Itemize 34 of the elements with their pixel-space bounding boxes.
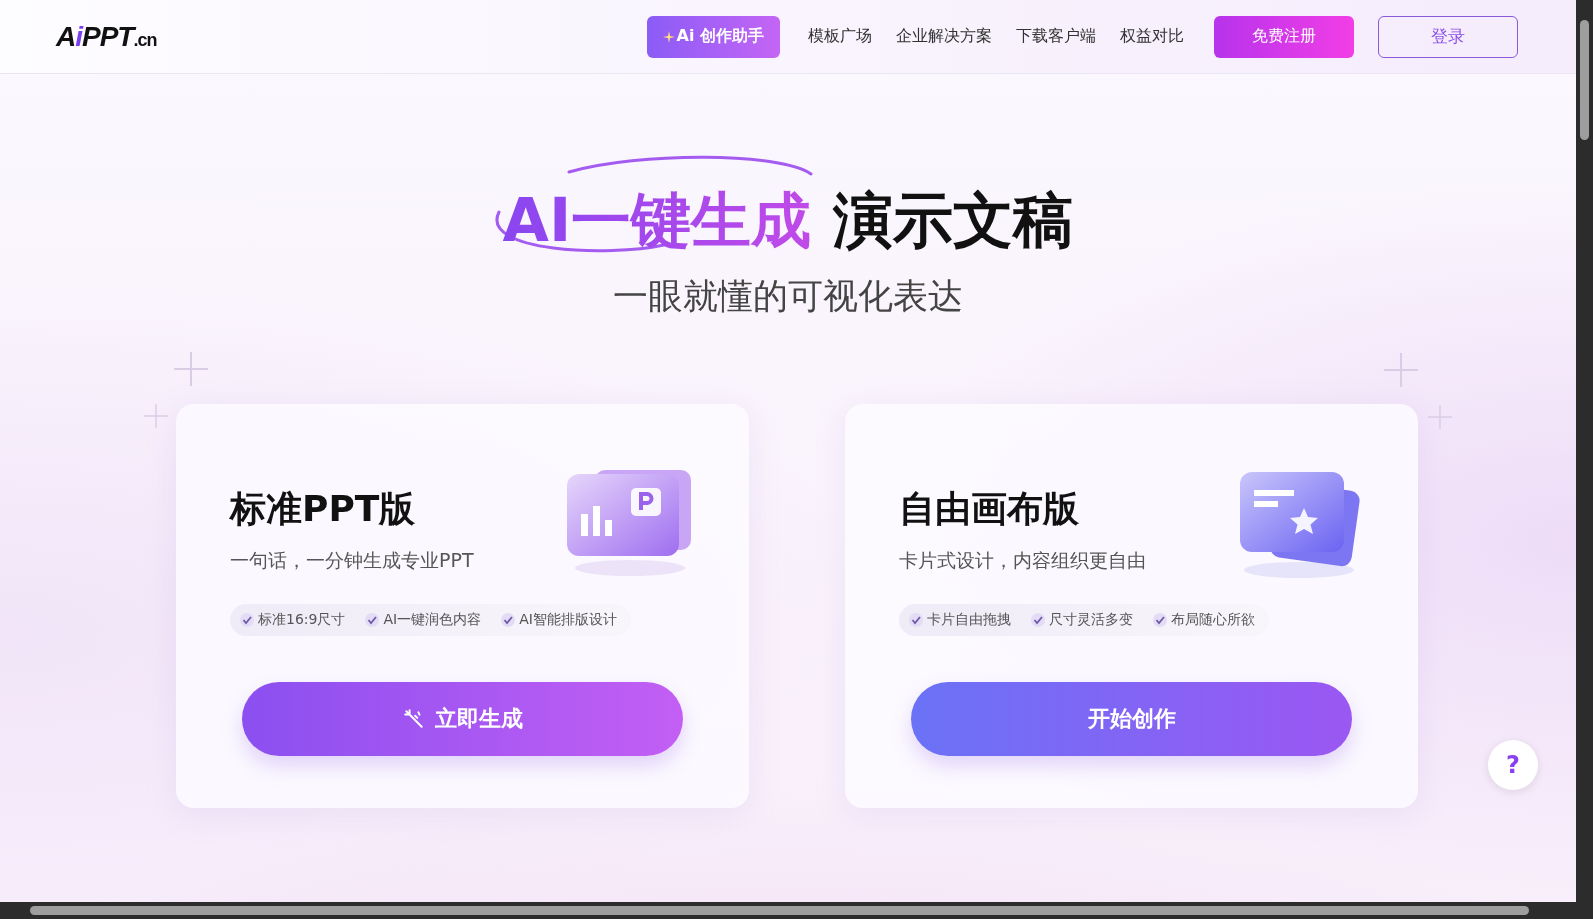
sparkle-icon [1384,353,1418,387]
check-icon [1153,613,1167,627]
logo[interactable]: AiPPT.cn [56,20,157,53]
magic-wand-icon [402,708,425,730]
feature-label: AI智能排版设计 [519,611,617,629]
login-button[interactable]: 登录 [1378,15,1518,58]
sparkle-icon [174,352,208,386]
sparkle-icon [1428,405,1452,429]
feature-label: 尺寸灵活多变 [1049,611,1133,629]
sparkle-icon [144,404,168,428]
feature-label: AI一键润色内容 [383,611,482,629]
feature-label: 卡片自由拖拽 [927,611,1011,629]
feature-label: 标准16:9尺寸 [258,611,346,629]
assistant-button[interactable]: Ai 创作助手 [646,15,780,58]
help-button[interactable]: ? [1488,740,1538,790]
register-button[interactable]: 免费注册 [1214,15,1354,58]
card-subtitle: 一句话，一分钟生成专业PPT [230,548,474,573]
check-icon [1031,613,1045,627]
nav-link[interactable]: 模板广场 [808,26,872,47]
check-icon [501,613,516,627]
card-title: 标准PPT版 [230,487,417,531]
generate-button[interactable]: 立即生成 [242,682,683,756]
check-icon [909,613,923,627]
nav-link[interactable]: 下载客户端 [1016,26,1096,47]
check-icon [365,613,380,627]
nav-link[interactable]: 企业解决方案 [896,26,992,47]
card-subtitle: 卡片式设计，内容组织更自由 [899,548,1146,573]
nav-link[interactable]: 权益对比 [1120,26,1184,47]
generate-button[interactable]: 开始创作 [911,682,1352,756]
card-title: 自由画布版 [899,487,1080,531]
check-icon [240,613,254,627]
hero-subtitle: 一眼就懂的可视化表达 [613,275,963,318]
hero-title: 演示文稿 [833,184,1074,257]
feature-label: 布局随心所欲 [1171,611,1255,629]
